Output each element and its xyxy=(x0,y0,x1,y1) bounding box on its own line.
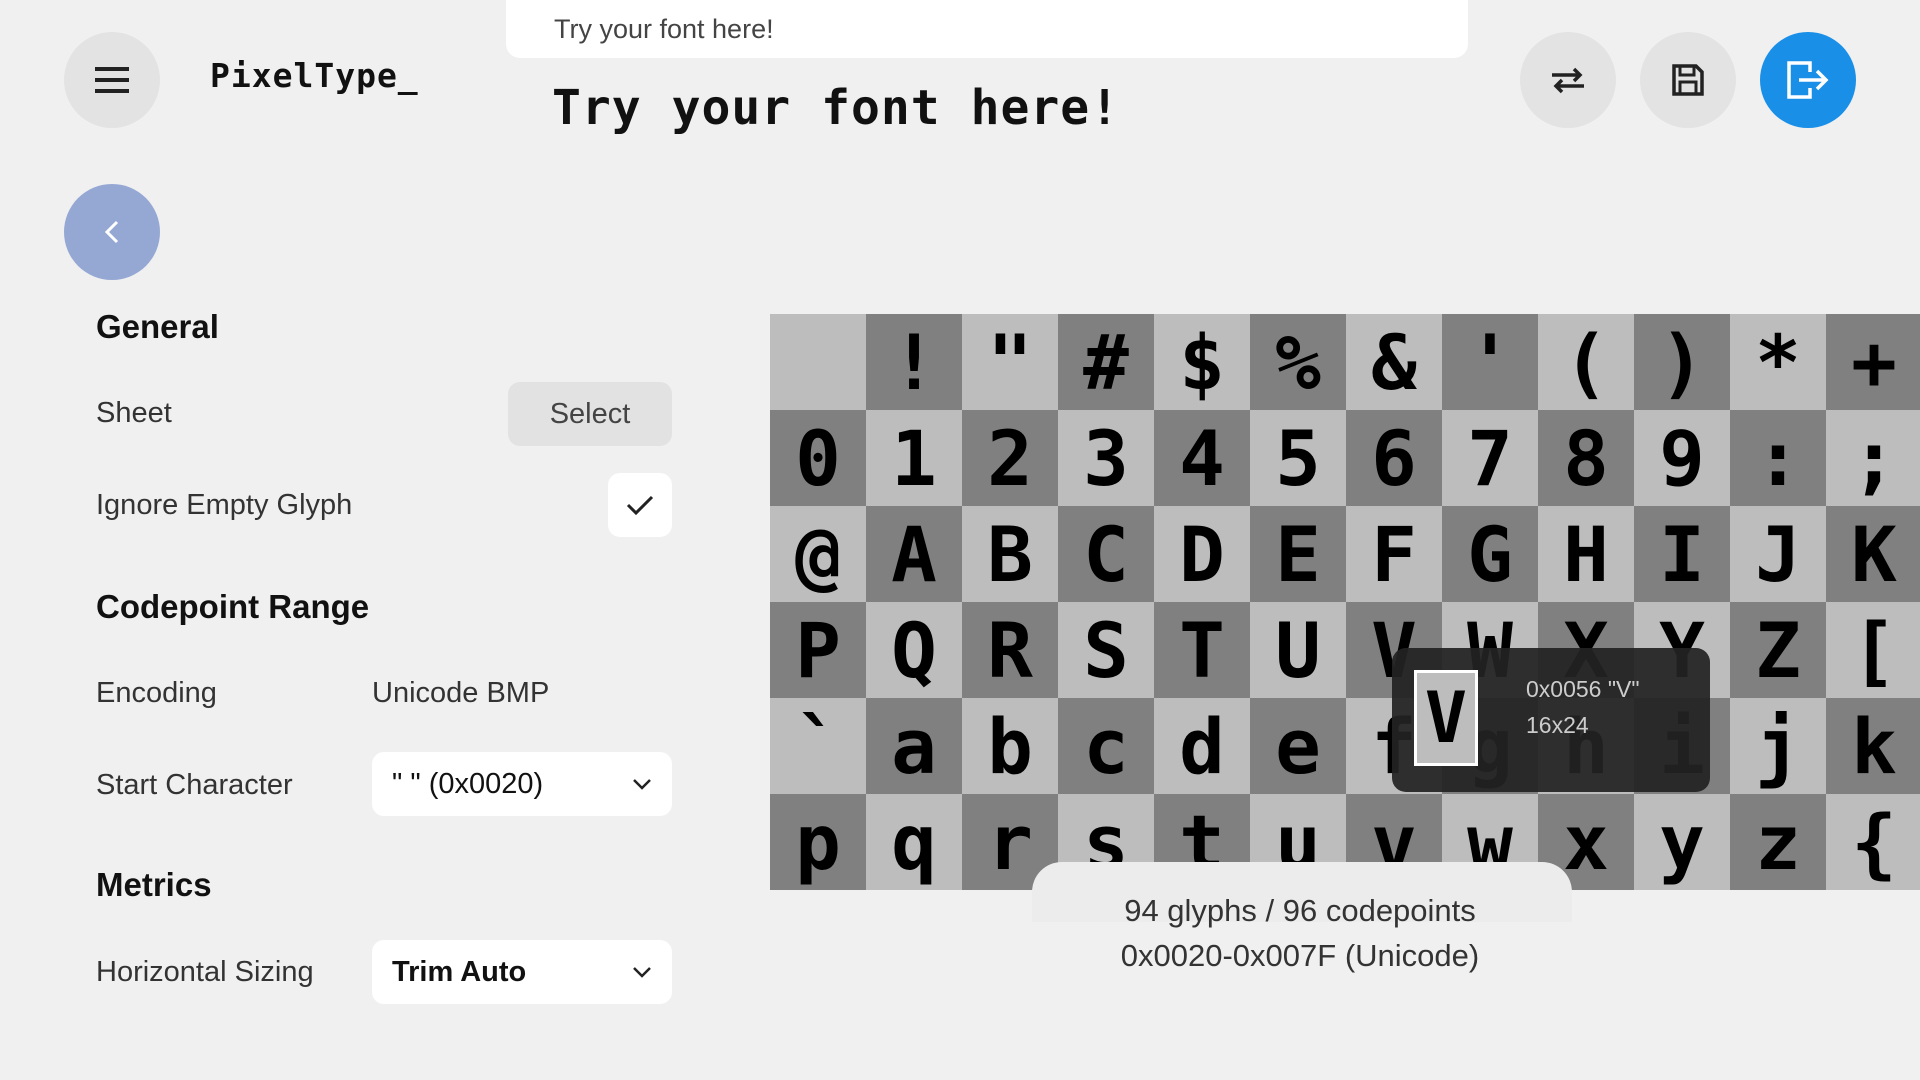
glyph-cell[interactable]: ! xyxy=(866,314,962,410)
export-button[interactable] xyxy=(1760,32,1856,128)
tooltip-glyph-size: 16x24 xyxy=(1526,712,1589,738)
glyph-cell[interactable]: G xyxy=(1442,506,1538,602)
glyph-cell[interactable]: C xyxy=(1058,506,1154,602)
glyph-cell[interactable]: 4 xyxy=(1154,410,1250,506)
start-character-value: " " (0x0020) xyxy=(392,767,544,800)
glyph-cell[interactable]: d xyxy=(1154,698,1250,794)
tooltip-codepoint: 0x0056 "V" xyxy=(1526,676,1640,702)
export-icon xyxy=(1787,61,1829,99)
glyph-cell[interactable]: a xyxy=(866,698,962,794)
tooltip-glyph-preview: V xyxy=(1414,670,1478,766)
start-character-select[interactable]: " " (0x0020) xyxy=(372,752,672,816)
app-logo: PixelType_ xyxy=(210,56,419,95)
glyph-cell[interactable]: p xyxy=(770,794,866,890)
glyph-cell[interactable]: 6 xyxy=(1346,410,1442,506)
glyph-cell[interactable]: Q xyxy=(866,602,962,698)
encoding-value: Unicode BMP xyxy=(372,677,550,709)
glyph-cell[interactable]: @ xyxy=(770,506,866,602)
glyph-cell[interactable]: R xyxy=(962,602,1058,698)
glyph-cell[interactable]: K xyxy=(1826,506,1920,602)
glyph-cell[interactable]: 1 xyxy=(866,410,962,506)
glyph-cell[interactable]: S xyxy=(1058,602,1154,698)
glyph-cell[interactable]: $ xyxy=(1154,314,1250,410)
glyph-cell[interactable]: ; xyxy=(1826,410,1920,506)
chevron-down-icon xyxy=(633,967,651,978)
glyph-cell[interactable]: ( xyxy=(1538,314,1634,410)
sheet-select-button[interactable]: Select xyxy=(508,382,672,446)
glyph-cell[interactable]: Z xyxy=(1730,602,1826,698)
glyph-cell[interactable]: % xyxy=(1250,314,1346,410)
font-preview-text: Try your font here! xyxy=(552,80,1121,136)
glyph-cell[interactable]: z xyxy=(1730,794,1826,890)
glyph-cell[interactable]: & xyxy=(1346,314,1442,410)
glyph-cell[interactable]: T xyxy=(1154,602,1250,698)
glyph-cell[interactable]: b xyxy=(962,698,1058,794)
glyph-cell[interactable]: * xyxy=(1730,314,1826,410)
glyph-cell[interactable]: e xyxy=(1250,698,1346,794)
glyph-cell[interactable]: ' xyxy=(1442,314,1538,410)
start-character-label: Start Character xyxy=(96,769,293,801)
chevron-left-icon xyxy=(104,220,119,244)
glyph-cell[interactable]: H xyxy=(1538,506,1634,602)
horizontal-sizing-label: Horizontal Sizing xyxy=(96,956,314,988)
glyph-cell[interactable]: F xyxy=(1346,506,1442,602)
horizontal-sizing-value: Trim Auto xyxy=(392,955,527,988)
glyph-cell[interactable]: 8 xyxy=(1538,410,1634,506)
glyph-cell[interactable]: q xyxy=(866,794,962,890)
glyph-cell[interactable] xyxy=(770,314,866,410)
glyph-cell[interactable]: " xyxy=(962,314,1058,410)
checkmark-icon xyxy=(626,495,654,516)
glyph-cell[interactable]: 2 xyxy=(962,410,1058,506)
glyph-sheet-viewport[interactable]: !"#$%&'()*+,-.0123456789:;<=>@ABCDEFGHIJ… xyxy=(770,314,1920,890)
glyph-cell[interactable]: : xyxy=(1730,410,1826,506)
glyph-cell[interactable]: U xyxy=(1250,602,1346,698)
glyph-cell[interactable]: B xyxy=(962,506,1058,602)
glyph-cell[interactable]: ) xyxy=(1634,314,1730,410)
glyph-cell[interactable]: + xyxy=(1826,314,1920,410)
glyph-cell[interactable]: ` xyxy=(770,698,866,794)
hamburger-icon xyxy=(95,67,129,93)
codepoint-range-status: 0x0020-0x007F (Unicode) xyxy=(1120,938,1480,973)
glyph-cell[interactable]: 5 xyxy=(1250,410,1346,506)
glyph-cell[interactable]: J xyxy=(1730,506,1826,602)
glyph-cell[interactable]: 7 xyxy=(1442,410,1538,506)
save-icon xyxy=(1672,64,1704,96)
glyph-cell[interactable]: { xyxy=(1826,794,1920,890)
swap-arrows-icon xyxy=(1552,67,1584,94)
glyph-cell[interactable]: P xyxy=(770,602,866,698)
glyph-cell[interactable]: y xyxy=(1634,794,1730,890)
swap-button[interactable] xyxy=(1520,32,1616,128)
preview-text-input[interactable] xyxy=(506,0,1468,58)
menu-button[interactable] xyxy=(64,32,160,128)
glyph-cell[interactable]: k xyxy=(1826,698,1920,794)
glyph-cell[interactable]: j xyxy=(1730,698,1826,794)
save-button[interactable] xyxy=(1640,32,1736,128)
glyph-cell[interactable]: [ xyxy=(1826,602,1920,698)
glyph-cell[interactable]: I xyxy=(1634,506,1730,602)
glyph-cell[interactable]: 3 xyxy=(1058,410,1154,506)
ignore-empty-glyph-checkbox[interactable] xyxy=(608,473,672,537)
horizontal-sizing-select[interactable]: Trim Auto xyxy=(372,940,672,1004)
glyph-cell[interactable]: # xyxy=(1058,314,1154,410)
glyph-count-status: 94 glyphs / 96 codepoints xyxy=(1124,893,1476,928)
codepoint-range-section-title: Codepoint Range xyxy=(96,588,370,625)
chevron-down-icon xyxy=(633,779,651,790)
glyph-cell[interactable]: A xyxy=(866,506,962,602)
glyph-cell[interactable]: 9 xyxy=(1634,410,1730,506)
sheet-label: Sheet xyxy=(96,397,172,429)
glyph-cell[interactable]: c xyxy=(1058,698,1154,794)
general-section-title: General xyxy=(96,308,219,345)
glyph-cell[interactable]: E xyxy=(1250,506,1346,602)
back-button[interactable] xyxy=(64,184,160,280)
glyph-tooltip: V 0x0056 "V" 16x24 xyxy=(1392,648,1710,792)
metrics-section-title: Metrics xyxy=(96,866,212,903)
glyph-cell[interactable]: 0 xyxy=(770,410,866,506)
encoding-label: Encoding xyxy=(96,677,217,709)
glyph-cell[interactable]: D xyxy=(1154,506,1250,602)
glyph-sheet-grid: !"#$%&'()*+,-.0123456789:;<=>@ABCDEFGHIJ… xyxy=(770,314,1920,890)
ignore-empty-glyph-label: Ignore Empty Glyph xyxy=(96,489,353,521)
